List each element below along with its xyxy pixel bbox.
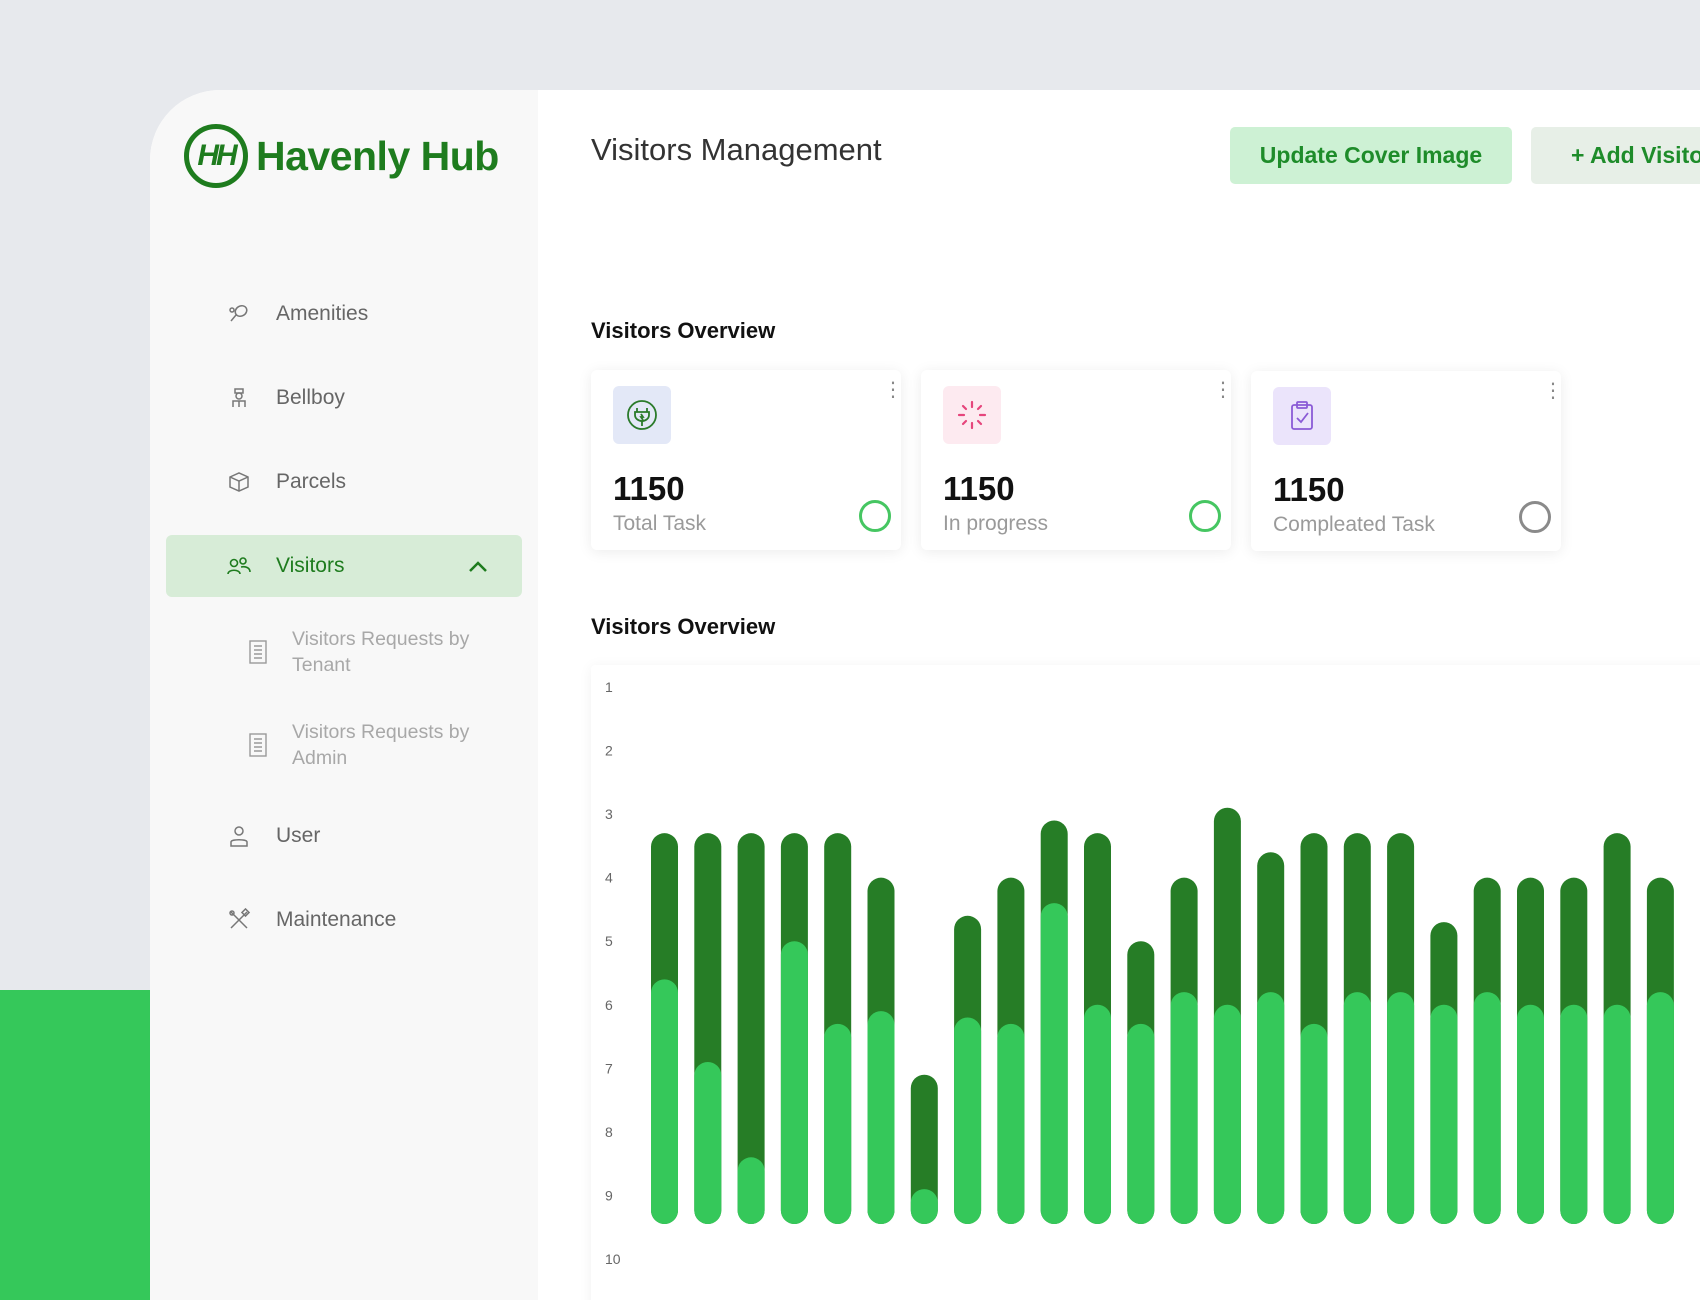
sidebar-item-parcels[interactable]: Parcels <box>166 451 522 513</box>
bar-light-segment[interactable] <box>1213 1004 1241 1224</box>
sidebar-item-bellboy[interactable]: Bellboy <box>166 367 522 429</box>
sidebar-subitem-label: Visitors Requests by Tenant <box>292 628 470 676</box>
tennis-racket-icon <box>224 299 254 329</box>
add-visitor-button[interactable]: + Add Visitor <box>1531 127 1700 184</box>
user-icon <box>224 821 254 851</box>
more-options-icon[interactable]: ⋮ <box>883 380 903 400</box>
bar-light-segment[interactable] <box>1560 1004 1588 1224</box>
y-tick-label: 6 <box>605 997 613 1013</box>
bar-light-segment[interactable] <box>867 1011 895 1224</box>
stat-card-in-progress[interactable]: ⋮ 1150 In progress <box>921 370 1233 550</box>
bar-light-segment[interactable] <box>1084 1004 1111 1224</box>
main-content: Visitors Management Update Cover Image +… <box>538 90 1700 1300</box>
y-tick-label: 7 <box>605 1060 613 1076</box>
y-tick-label: 8 <box>605 1124 613 1140</box>
sidebar-item-amenities[interactable]: Amenities <box>166 283 522 345</box>
document-icon <box>248 732 270 758</box>
y-tick-label: 10 <box>605 1251 621 1267</box>
bar-light-segment[interactable] <box>1387 992 1415 1224</box>
stat-card-total[interactable]: ⋮ 1150 Total Task <box>591 370 903 550</box>
stat-card-completed[interactable]: ⋮ 1150 Compleated Task <box>1251 371 1563 551</box>
users-icon <box>224 551 254 581</box>
stat-value: 1150 <box>943 470 1015 507</box>
y-tick-label: 3 <box>605 806 613 822</box>
sidebar-subitem-visitors-tenant[interactable]: Visitors Requests by Tenant <box>166 619 522 685</box>
box-icon <box>224 467 254 497</box>
sidebar-item-label: Bellboy <box>276 386 345 409</box>
bar-light-segment[interactable] <box>1040 903 1068 1224</box>
sidebar-item-label: Maintenance <box>276 908 397 931</box>
chart-title: Visitors Overview <box>591 614 776 639</box>
sidebar-nav: Amenities Bellboy Parcels Visitors Visit… <box>166 283 522 973</box>
bar-light-segment[interactable] <box>1257 992 1285 1224</box>
spinner-icon <box>943 386 1001 444</box>
overview-title: Visitors Overview <box>591 318 776 343</box>
visitors-bar-chart: 1 2 3 4 5 6 7 8 9 10 <box>605 679 1674 1267</box>
stat-value: 1150 <box>1273 471 1345 508</box>
bar-light-segment[interactable] <box>824 1023 852 1224</box>
stat-label: Compleated Task <box>1273 513 1435 536</box>
y-tick-label: 2 <box>605 743 613 759</box>
stat-value: 1150 <box>613 470 685 507</box>
bar-light-segment[interactable] <box>737 1157 765 1224</box>
y-tick-label: 1 <box>605 679 613 695</box>
stat-label: Total Task <box>613 512 706 535</box>
bar-light-segment[interactable] <box>694 1061 722 1224</box>
bar-light-segment[interactable] <box>651 979 678 1224</box>
y-tick-label: 5 <box>605 933 613 949</box>
bar-light-segment[interactable] <box>1603 1004 1631 1224</box>
bar-light-segment[interactable] <box>1646 992 1674 1224</box>
bar-light-segment[interactable] <box>1127 1023 1155 1224</box>
status-ring-icon <box>1189 500 1221 532</box>
sidebar-item-label: Parcels <box>276 470 347 493</box>
stat-label: In progress <box>943 512 1049 535</box>
bellboy-icon <box>224 383 254 413</box>
bar-light-segment[interactable] <box>1343 992 1371 1224</box>
bar-light-segment[interactable] <box>780 941 808 1224</box>
bar-light-segment[interactable] <box>954 1017 982 1224</box>
chevron-up-icon[interactable] <box>468 555 488 579</box>
sidebar-item-label: User <box>276 824 321 847</box>
sidebar-item-label: Visitors <box>276 554 345 577</box>
page-title: Visitors Management <box>591 132 882 167</box>
more-options-icon[interactable]: ⋮ <box>1213 380 1233 400</box>
sidebar: HH Havenly Hub Amenities Bellboy Parcels… <box>150 90 538 1300</box>
brand-name: Havenly Hub <box>256 132 499 179</box>
tools-icon <box>224 905 254 935</box>
sidebar-item-maintenance[interactable]: Maintenance <box>166 889 522 951</box>
bar-light-segment[interactable] <box>1430 1004 1458 1224</box>
bar-light-segment[interactable] <box>997 1023 1025 1224</box>
sidebar-subitem-label: Visitors Requests by Admin <box>292 721 470 769</box>
logo-mark-icon: HH <box>184 124 248 188</box>
bar-light-segment[interactable] <box>1473 992 1501 1224</box>
document-icon <box>248 639 270 665</box>
sidebar-item-visitors[interactable]: Visitors <box>166 535 522 597</box>
bar-light-segment[interactable] <box>1170 992 1198 1224</box>
more-options-icon[interactable]: ⋮ <box>1543 381 1563 401</box>
update-cover-image-button[interactable]: Update Cover Image <box>1230 127 1512 184</box>
sidebar-item-user[interactable]: User <box>166 805 522 867</box>
bar-light-segment[interactable] <box>910 1189 938 1224</box>
bar-light-segment[interactable] <box>1517 1004 1544 1224</box>
sidebar-item-label: Amenities <box>276 302 369 325</box>
plug-icon <box>613 386 671 444</box>
app-window: HH Havenly Hub Amenities Bellboy Parcels… <box>150 90 1700 1300</box>
y-tick-label: 4 <box>605 870 613 886</box>
visitors-chart-panel: 1 2 3 4 5 6 7 8 9 10 <box>591 665 1700 1300</box>
bar-light-segment[interactable] <box>1300 1023 1328 1224</box>
status-ring-icon <box>1519 501 1551 533</box>
sidebar-subitem-visitors-admin[interactable]: Visitors Requests by Admin <box>166 712 522 778</box>
y-tick-label: 9 <box>605 1187 613 1203</box>
clipboard-check-icon <box>1273 387 1331 445</box>
brand-logo[interactable]: HH Havenly Hub <box>184 124 499 188</box>
status-ring-icon <box>859 500 891 532</box>
